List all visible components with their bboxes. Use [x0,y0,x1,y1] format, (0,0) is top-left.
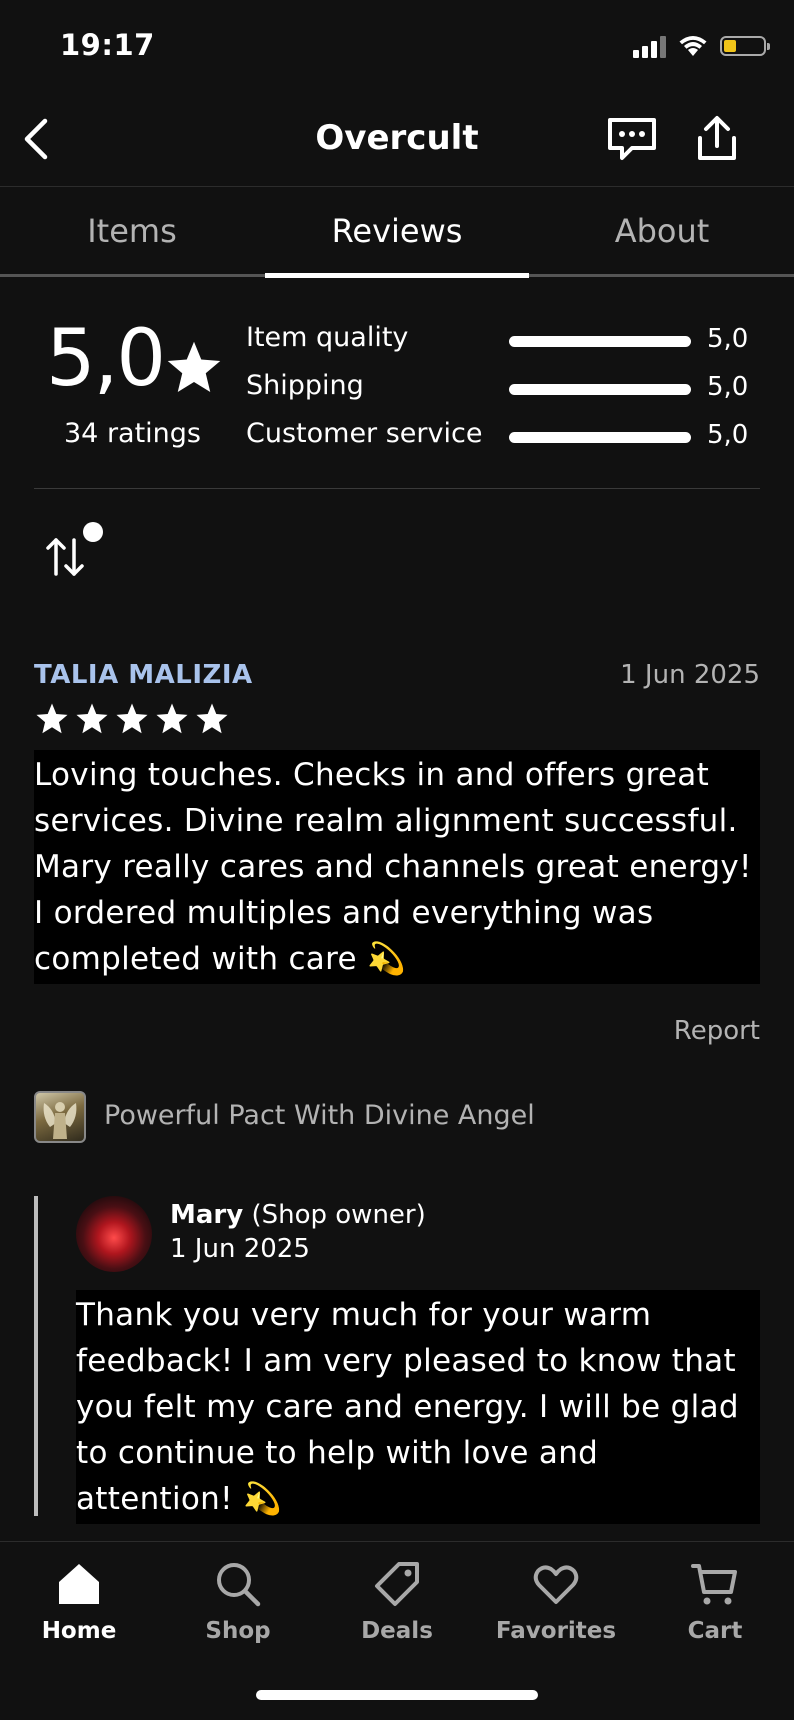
nav-home[interactable]: Home [0,1558,158,1644]
home-indicator [256,1690,538,1700]
overall-rating: 5,0 [46,314,166,404]
nav-deals[interactable]: Deals [318,1558,476,1644]
tab-items[interactable]: Items [0,212,264,250]
star-icon [156,703,188,734]
owner-role: (Shop owner) [251,1200,426,1230]
rating-category-label: Shipping [246,370,364,401]
star-icon [196,703,228,734]
sort-icon [46,522,103,576]
nav-label: Favorites [495,1618,617,1644]
rating-category-value: 5,0 [707,372,749,402]
rating-category-label: Customer service [246,418,483,449]
reply-indent-bar [34,1196,38,1516]
wifi-icon [679,36,707,56]
battery-icon [720,36,770,56]
reviewer-name[interactable]: TALIA MALIZIA [34,660,253,690]
report-link[interactable]: Report [674,1016,760,1046]
shop-title: Overcult [315,118,479,158]
status-indicators [633,34,770,58]
cellular-signal-icon [633,34,666,58]
listing-thumbnail[interactable] [34,1091,86,1143]
star-icon [116,703,148,734]
share-icon [698,116,736,160]
rating-category-bar [509,432,691,443]
rating-category-value: 5,0 [707,420,749,450]
star-icon [76,703,108,734]
summary-divider [34,488,760,489]
search-icon [217,1563,261,1607]
cart-icon [691,1564,737,1605]
review-text: Loving touches. Checks in and offers gre… [34,750,760,984]
owner-name-line: Mary (Shop owner) [170,1200,426,1230]
nav-label: Shop [205,1618,271,1644]
review-date: 1 Jun 2025 [620,660,760,690]
tab-about[interactable]: About [530,212,794,250]
listing-title[interactable]: Powerful Pact With Divine Angel [104,1100,535,1131]
angel-statue-image [43,1102,77,1139]
nav-cart[interactable]: Cart [636,1558,794,1644]
sort-button[interactable] [44,518,104,578]
message-icon [608,118,656,160]
star-icon [36,703,68,734]
owner-name: Mary [170,1200,244,1230]
nav-label: Deals [361,1618,433,1644]
rating-category-label: Item quality [246,322,409,353]
rating-category-value: 5,0 [707,324,749,354]
message-shop-button[interactable] [606,116,658,164]
nav-label: Home [41,1618,117,1644]
rating-category-bar [509,384,691,395]
status-time: 19:17 [60,28,155,62]
header-divider [0,186,794,187]
reply-text: Thank you very much for your warm feedba… [76,1290,760,1524]
tab-active-indicator [265,273,529,278]
tag-icon [375,1562,419,1606]
home-icon [59,1564,99,1604]
nav-label: Cart [687,1618,743,1644]
ratings-count: 34 ratings [64,418,201,449]
review-stars [34,702,230,736]
rating-category-bar [509,336,691,347]
nav-favorites[interactable]: Favorites [477,1558,635,1644]
share-button[interactable] [692,114,742,164]
tab-reviews[interactable]: Reviews [265,212,529,250]
avatar [76,1196,152,1272]
star-icon [167,341,221,392]
nav-shop[interactable]: Shop [159,1558,317,1644]
heart-icon [533,1565,579,1604]
reply-date: 1 Jun 2025 [170,1234,310,1264]
